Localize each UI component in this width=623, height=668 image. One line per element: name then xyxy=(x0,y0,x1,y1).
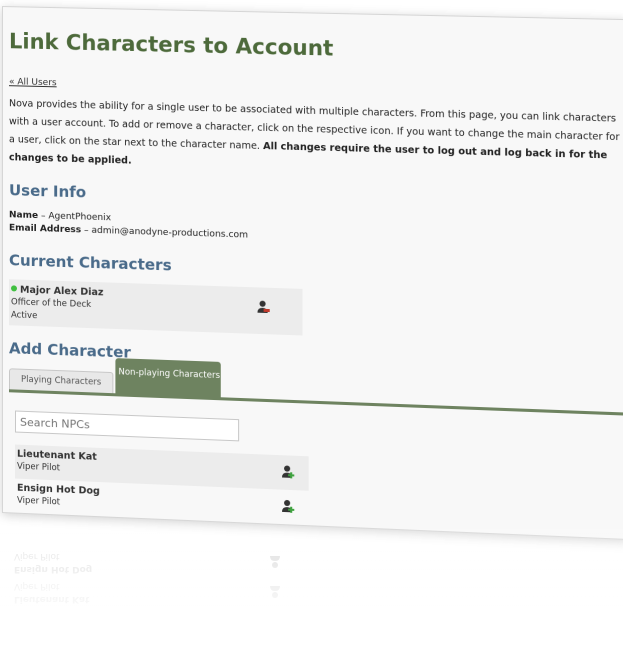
content-panel: Link Characters to Account « All Users N… xyxy=(2,6,623,541)
user-info: Name – AgentPhoenix Email Address – admi… xyxy=(9,209,623,254)
remove-user-icon[interactable] xyxy=(257,300,270,315)
stage: Link Characters to Account « All Users N… xyxy=(0,0,623,668)
name-value: – AgentPhoenix xyxy=(38,211,112,224)
add-user-icon[interactable] xyxy=(282,464,295,479)
add-user-icon[interactable] xyxy=(282,499,295,514)
reflection-fade xyxy=(0,515,623,668)
intro-paragraph: Nova provides the ability for a single u… xyxy=(9,95,623,184)
current-character-row: Major Alex Diaz Officer of the Deck Acti… xyxy=(8,279,303,336)
name-label: Name xyxy=(8,210,39,222)
status-dot-icon xyxy=(10,285,17,292)
email-label: Email Address xyxy=(8,223,82,236)
page-title: Link Characters to Account xyxy=(8,29,334,61)
tab-playing-characters[interactable]: Playing Characters xyxy=(8,368,114,394)
tab-non-playing-characters[interactable]: Non-playing Characters xyxy=(115,358,222,398)
search-npcs-input[interactable] xyxy=(14,410,240,442)
all-users-link[interactable]: « All Users xyxy=(9,77,57,88)
